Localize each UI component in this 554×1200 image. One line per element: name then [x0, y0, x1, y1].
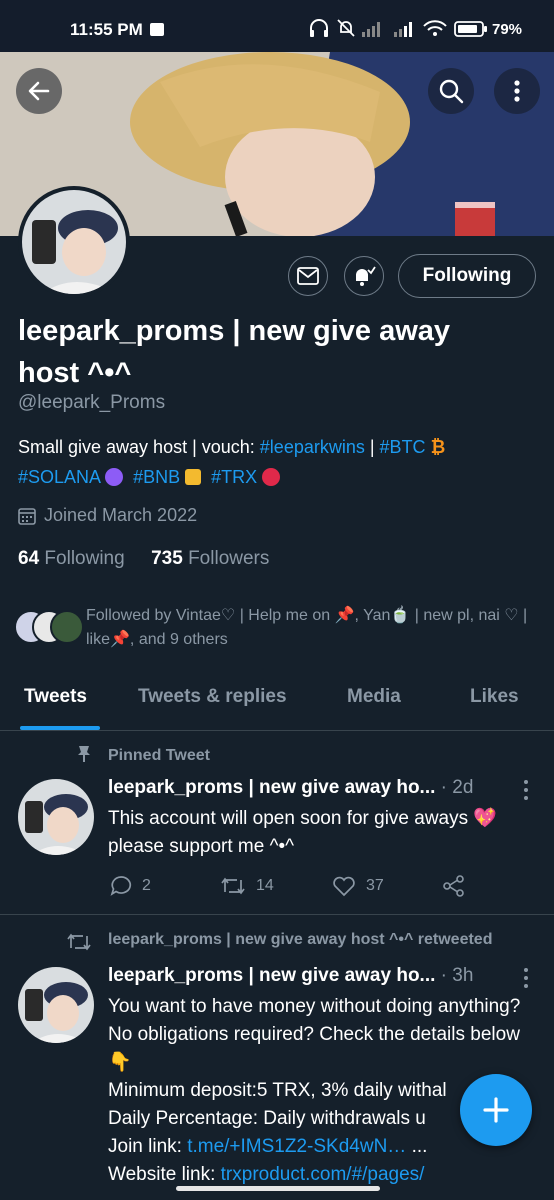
heart-icon — [333, 876, 355, 897]
tweet-line: Website link: trxproduct.com/#/pages/ — [108, 1164, 425, 1185]
tron-icon — [262, 468, 281, 486]
hashtag-link[interactable]: #BTC — [380, 437, 426, 457]
joined-date: Joined March 2022 — [18, 505, 197, 526]
headphones-icon — [310, 19, 328, 37]
plus-icon — [483, 1097, 509, 1123]
tweet-more-icon[interactable] — [522, 967, 530, 989]
tweet-more-icon[interactable] — [522, 779, 530, 801]
more-vertical-icon — [514, 80, 520, 102]
bitcoin-icon: ₿ — [430, 437, 446, 457]
tweet-retweeted[interactable]: leepark_proms | new give away host ^•^ r… — [0, 915, 554, 1200]
following-button[interactable]: Following — [398, 254, 536, 298]
solana-icon — [105, 468, 124, 486]
envelope-icon — [297, 267, 319, 285]
home-indicator[interactable] — [176, 1186, 380, 1191]
retweeted-icon — [67, 933, 91, 951]
profile-name: leepark_proms | new give away host ^•^ — [18, 315, 451, 389]
message-button[interactable] — [288, 256, 328, 296]
tab-tweets-replies[interactable]: Tweets & replies — [138, 686, 287, 708]
search-icon — [439, 79, 464, 104]
tweet-line: You want to have money without doing any… — [108, 996, 521, 1073]
tweet-avatar[interactable] — [18, 779, 94, 855]
like-button[interactable]: 37 — [332, 875, 384, 897]
retweet-context[interactable]: leepark_proms | new give away host ^•^ r… — [108, 931, 492, 949]
signal-2-icon — [394, 22, 412, 37]
bnb-icon — [185, 469, 202, 485]
hashtag-link[interactable]: #leeparkwins — [260, 437, 365, 457]
status-bar: 11:55 PM 79% — [0, 0, 554, 52]
profile-bio: Small give away host | vouch: #leeparkwi… — [18, 432, 538, 492]
tweet-time: · 2d — [440, 777, 474, 798]
tab-likes[interactable]: Likes — [470, 686, 519, 708]
search-button[interactable] — [428, 68, 474, 114]
notifications-button[interactable] — [344, 256, 384, 296]
more-options-button[interactable] — [494, 68, 540, 114]
followers-label: Followers — [188, 548, 270, 569]
tweet-pinned[interactable]: Pinned Tweet leepark_proms | new give aw… — [0, 731, 554, 913]
hashtag-link[interactable]: #BNB — [133, 467, 180, 487]
avatar-photo — [22, 190, 126, 294]
tweet-text: This account will open soon for give awa… — [108, 808, 498, 857]
followers-count: 735 — [151, 548, 183, 569]
mute-bell-icon — [337, 19, 355, 37]
following-count: 64 — [18, 548, 40, 569]
wifi-icon — [423, 20, 447, 36]
reply-button[interactable]: 2 — [110, 875, 151, 897]
tab-tweets[interactable]: Tweets — [24, 686, 87, 708]
compose-tweet-button[interactable] — [460, 1074, 532, 1146]
reply-count: 2 — [142, 877, 151, 894]
avatar-photo — [18, 967, 94, 1043]
bio-separator: | — [364, 437, 380, 457]
tab-media[interactable]: Media — [347, 686, 401, 708]
active-tab-indicator — [20, 726, 100, 730]
battery-percent: 79% — [492, 21, 523, 38]
follow-counts: 64 Following 735 Followers — [18, 548, 269, 570]
signal-icon — [362, 22, 380, 37]
bio-text: Small give away host | vouch: — [18, 437, 260, 457]
following-label: Following — [44, 548, 125, 569]
status-time: 11:55 PM — [70, 20, 143, 39]
hashtag-link[interactable]: #TRX — [211, 467, 257, 487]
share-icon — [443, 875, 464, 897]
retweet-count: 14 — [256, 877, 274, 894]
tweet-author[interactable]: leepark_proms | new give away ho... — [108, 777, 435, 798]
joined-text: Joined March 2022 — [44, 505, 198, 525]
tweet-header: leepark_proms | new give away ho... · 3h — [108, 965, 473, 987]
website-link[interactable]: trxproduct.com/#/pages/ — [221, 1164, 425, 1185]
back-button[interactable] — [16, 68, 62, 114]
pinned-label: Pinned Tweet — [108, 747, 210, 764]
profile-tabs: Tweets Tweets & replies Media Likes — [0, 672, 554, 731]
bell-check-icon — [356, 266, 376, 286]
retweet-button[interactable]: 14 — [220, 875, 274, 897]
back-arrow-icon — [28, 81, 50, 101]
share-button[interactable] — [442, 875, 466, 897]
follower-avatar — [50, 610, 84, 644]
tweet-time: · 3h — [440, 965, 474, 986]
twitter-notification-icon — [150, 23, 164, 36]
followed-by-text: Followed by Vintae♡ | Help me on 📌, Yan🍵… — [86, 607, 528, 648]
profile-handle: @leepark_Proms — [18, 392, 166, 413]
retweet-icon — [221, 877, 245, 895]
pin-icon — [78, 746, 90, 762]
tweet-author[interactable]: leepark_proms | new give away ho... — [108, 965, 435, 986]
profile-avatar[interactable] — [18, 186, 130, 298]
followers-count-link[interactable]: 735 Followers — [151, 548, 269, 569]
tweet-avatar[interactable] — [18, 967, 94, 1043]
tweet-header: leepark_proms | new give away ho... · 2d — [108, 777, 473, 799]
avatar-photo — [18, 779, 94, 855]
calendar-icon — [18, 507, 36, 525]
like-count: 37 — [366, 877, 384, 894]
join-link[interactable]: t.me/+IMS1Z2-SKd4wN… — [187, 1136, 406, 1157]
following-count-link[interactable]: 64 Following — [18, 548, 125, 569]
hashtag-link[interactable]: #SOLANA — [18, 467, 100, 487]
battery-icon — [454, 21, 487, 37]
reply-icon — [110, 876, 132, 896]
